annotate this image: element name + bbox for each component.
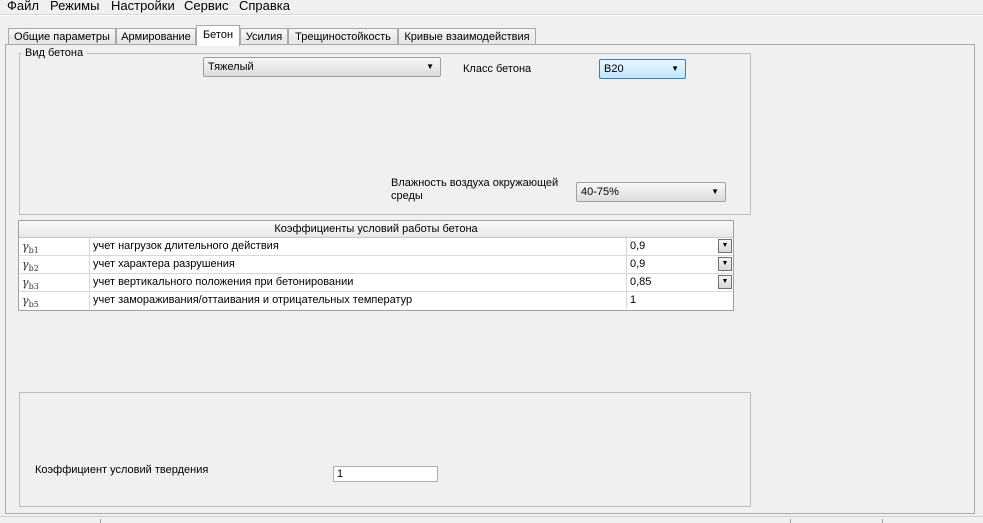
- humidity-value: 40-75%: [581, 186, 619, 198]
- tab-crack-resistance[interactable]: Трещиностойкость: [288, 28, 398, 45]
- menu-settings[interactable]: Настройки: [111, 0, 175, 13]
- menu-file[interactable]: Файл: [7, 0, 39, 13]
- hardening-group: [19, 392, 751, 507]
- coefficient-symbol: γb5: [19, 292, 90, 309]
- menu-separator: [0, 14, 983, 16]
- status-divider: [100, 519, 101, 523]
- coefficient-value: 1: [630, 294, 637, 306]
- concrete-class-select[interactable]: B20 ▼: [599, 59, 686, 79]
- coefficient-value: 0,9: [630, 240, 646, 252]
- menu-bar: Файл Режимы Настройки Сервис Справка: [0, 0, 983, 14]
- coefficients-grid-header: Коэффициенты условий работы бетона: [19, 221, 733, 238]
- tab-general-parameters[interactable]: Общие параметры: [8, 28, 116, 45]
- table-row: γb1 учет нагрузок длительного действия 0…: [19, 238, 733, 256]
- status-divider: [882, 519, 883, 523]
- table-row: γb2 учет характера разрушения 0,9 ▼: [19, 256, 733, 274]
- concrete-type-group-title: Вид бетона: [22, 47, 87, 60]
- chevron-down-icon[interactable]: ▼: [718, 257, 732, 271]
- coefficient-description: учет характера разрушения: [90, 256, 627, 273]
- concrete-class-value: B20: [604, 63, 624, 75]
- menu-help[interactable]: Справка: [239, 0, 290, 13]
- coefficient-value-select[interactable]: 0,9 ▼: [627, 238, 733, 255]
- menu-service[interactable]: Сервис: [184, 0, 229, 13]
- chevron-down-icon: ▼: [711, 187, 719, 196]
- chevron-down-icon: ▼: [426, 62, 434, 71]
- humidity-select[interactable]: 40-75% ▼: [576, 182, 726, 202]
- coefficient-value-field[interactable]: 1: [627, 292, 733, 309]
- tab-forces[interactable]: Усилия: [240, 28, 288, 45]
- menu-modes[interactable]: Режимы: [50, 0, 99, 13]
- coefficients-grid: Коэффициенты условий работы бетона γb1 у…: [18, 220, 734, 311]
- coefficient-description: учет замораживания/оттаивания и отрицате…: [90, 292, 627, 309]
- status-divider: [790, 519, 791, 523]
- coefficient-symbol: γb3: [19, 274, 90, 291]
- coefficient-symbol: γb2: [19, 256, 90, 273]
- concrete-class-label: Класс бетона: [463, 63, 532, 75]
- coefficient-symbol: γb1: [19, 238, 90, 255]
- humidity-label-line1: Влажность воздуха окружающей: [391, 177, 559, 189]
- chevron-down-icon: ▼: [671, 64, 679, 73]
- coefficient-value: 0,9: [630, 258, 646, 270]
- coefficient-value-select[interactable]: 0,85 ▼: [627, 274, 733, 291]
- coefficient-value-select[interactable]: 0,9 ▼: [627, 256, 733, 273]
- tab-reinforcement[interactable]: Армирование: [116, 28, 196, 45]
- coefficient-description: учет нагрузок длительного действия: [90, 238, 627, 255]
- coefficient-description: учет вертикального положения при бетонир…: [90, 274, 627, 291]
- chevron-down-icon[interactable]: ▼: [718, 275, 732, 289]
- table-row: γb3 учет вертикального положения при бет…: [19, 274, 733, 292]
- coefficient-value: 0,85: [630, 276, 652, 288]
- concrete-type-value: Тяжелый: [208, 61, 254, 73]
- tab-concrete[interactable]: Бетон: [196, 25, 240, 46]
- hardening-coefficient-label: Коэффициент условий твердения: [35, 464, 209, 476]
- humidity-label-line2: среды: [391, 190, 423, 202]
- table-row: γb5 учет замораживания/оттаивания и отри…: [19, 292, 733, 310]
- hardening-coefficient-input[interactable]: 1: [333, 466, 438, 482]
- concrete-type-select[interactable]: Тяжелый ▼: [203, 57, 441, 77]
- chevron-down-icon[interactable]: ▼: [718, 239, 732, 253]
- tab-interaction-curves[interactable]: Кривые взаимодействия: [398, 28, 536, 45]
